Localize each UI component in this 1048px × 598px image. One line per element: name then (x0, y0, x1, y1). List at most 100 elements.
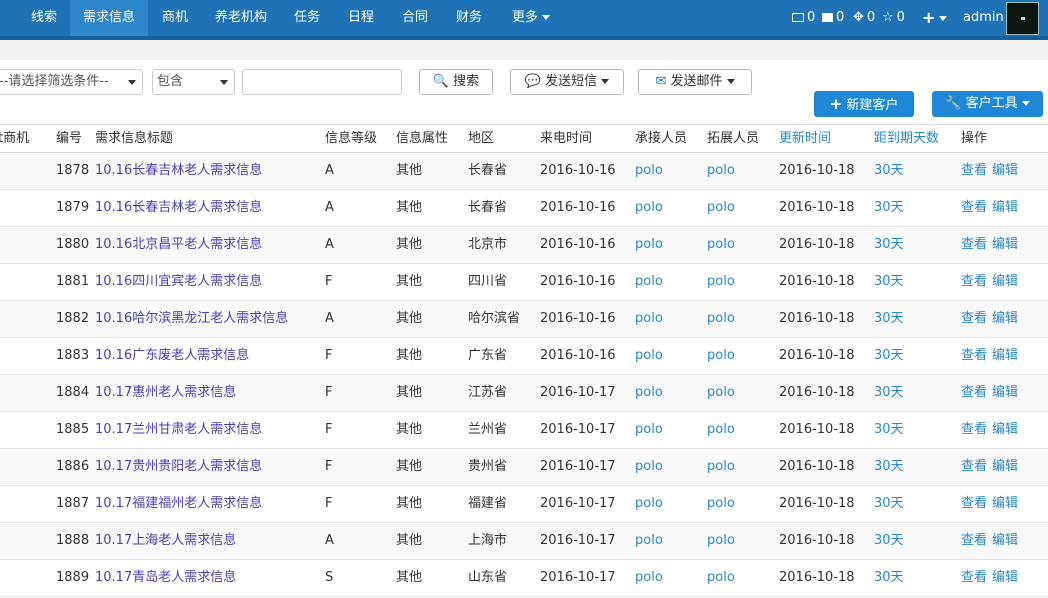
edit-link[interactable]: 编辑 (992, 227, 1018, 263)
cell-expander[interactable]: polo (707, 486, 735, 522)
nav-item-tasks[interactable]: 任务 (280, 0, 334, 36)
cell-handler[interactable]: polo (635, 523, 663, 559)
cell-handler[interactable]: polo (635, 264, 663, 300)
cell-handler[interactable]: polo (635, 449, 663, 485)
col-updated[interactable]: 更新时间 (779, 125, 831, 153)
cell-title[interactable]: 10.16长春吉林老人需求信息 (95, 153, 262, 189)
col-title[interactable]: 需求信息标题 (95, 125, 173, 153)
cell-title[interactable]: 10.17福建福州老人需求信息 (95, 486, 262, 522)
edit-link[interactable]: 编辑 (992, 301, 1018, 337)
nav-item-leads[interactable]: 线索 (18, 0, 70, 36)
cell-handler[interactable]: polo (635, 301, 663, 337)
view-link[interactable]: 查看 (961, 301, 987, 337)
cell-title[interactable]: 10.16哈尔滨黑龙江老人需求信息 (95, 301, 288, 337)
user-name[interactable]: admin (963, 0, 1004, 36)
cell-handler[interactable]: polo (635, 227, 663, 263)
nav-item-demand[interactable]: 需求信息 (70, 0, 148, 36)
cell-expander[interactable]: polo (707, 523, 735, 559)
cell-title[interactable]: 10.16广东废老人需求信息 (95, 338, 249, 374)
customer-tools-button[interactable]: 🔧 客户工具 (932, 91, 1043, 117)
cell-title[interactable]: 10.16长春吉林老人需求信息 (95, 190, 262, 226)
cell-handler[interactable]: polo (635, 412, 663, 448)
cell-handler[interactable]: polo (635, 486, 663, 522)
col-days-left[interactable]: 距到期天数 (874, 125, 939, 153)
view-link[interactable]: 查看 (961, 338, 987, 374)
edit-link[interactable]: 编辑 (992, 375, 1018, 411)
cell-expander[interactable]: polo (707, 227, 735, 263)
nav-item-institution[interactable]: 养老机构 (202, 0, 280, 36)
envelope-icon: ✉ (655, 74, 667, 89)
nav-item-schedule[interactable]: 日程 (334, 0, 388, 36)
edit-link[interactable]: 编辑 (992, 560, 1018, 596)
nav-item-opportunity[interactable]: 商机 (148, 0, 202, 36)
cell-expander[interactable]: polo (707, 560, 735, 596)
cell-handler[interactable]: polo (635, 560, 663, 596)
cell-title[interactable]: 10.17上海老人需求信息 (95, 523, 236, 559)
view-link[interactable]: 查看 (961, 375, 987, 411)
view-link[interactable]: 查看 (961, 153, 987, 189)
send-email-button[interactable]: ✉ 发送邮件 (638, 69, 752, 95)
col-call-time[interactable]: 来电时间 (540, 125, 592, 153)
search-input[interactable] (242, 69, 402, 95)
edit-link[interactable]: 编辑 (992, 412, 1018, 448)
cell-title[interactable]: 10.17青岛老人需求信息 (95, 560, 236, 596)
view-link[interactable]: 查看 (961, 523, 987, 559)
message-notification[interactable]: 0 (822, 0, 844, 36)
edit-link[interactable]: 编辑 (992, 338, 1018, 374)
edit-link[interactable]: 编辑 (992, 486, 1018, 522)
view-link[interactable]: 查看 (961, 190, 987, 226)
cell-region: 北京市 (468, 237, 508, 252)
edit-link[interactable]: 编辑 (992, 190, 1018, 226)
cell-handler[interactable]: polo (635, 375, 663, 411)
filter-condition-select[interactable]: --请选择筛选条件-- (0, 69, 143, 95)
new-customer-button[interactable]: + 新建客户 (814, 91, 914, 117)
view-link[interactable]: 查看 (961, 264, 987, 300)
filter-operator-select[interactable]: 包含 (152, 69, 235, 95)
cell-expander[interactable]: polo (707, 449, 735, 485)
cell-title[interactable]: 10.16北京昌平老人需求信息 (95, 227, 262, 263)
col-handler[interactable]: 承接人员 (635, 125, 687, 153)
search-button[interactable]: 🔍 搜索 (419, 69, 493, 95)
view-link[interactable]: 查看 (961, 486, 987, 522)
nav-item-contract[interactable]: 合同 (388, 0, 442, 36)
cell-attr: 其他 (396, 200, 423, 215)
edit-link[interactable]: 编辑 (992, 449, 1018, 485)
col-opportunity[interactable]: t商机 (0, 125, 29, 153)
cell-expander[interactable]: polo (707, 375, 735, 411)
edit-link[interactable]: 编辑 (992, 523, 1018, 559)
cell-title[interactable]: 10.17兰州甘肃老人需求信息 (95, 412, 262, 448)
nav-item-more[interactable]: 更多 (500, 0, 562, 36)
send-sms-button[interactable]: 💬 发送短信 (510, 69, 624, 95)
cell-region: 哈尔滨省 (468, 311, 521, 326)
col-id[interactable]: 编号 (56, 125, 82, 153)
cell-expander[interactable]: polo (707, 338, 735, 374)
cell-expander[interactable]: polo (707, 264, 735, 300)
mail-notification[interactable]: 0 (792, 0, 815, 36)
star-notification[interactable]: ☆ 0 (882, 0, 905, 36)
cell-expander[interactable]: polo (707, 301, 735, 337)
cell-handler[interactable]: polo (635, 190, 663, 226)
view-link[interactable]: 查看 (961, 227, 987, 263)
edit-link[interactable]: 编辑 (992, 153, 1018, 189)
avatar[interactable] (1006, 2, 1039, 35)
edit-link[interactable]: 编辑 (992, 264, 1018, 300)
cell-title[interactable]: 10.16四川宜宾老人需求信息 (95, 264, 262, 300)
cell-expander[interactable]: polo (707, 412, 735, 448)
cell-handler[interactable]: polo (635, 338, 663, 374)
cell-expander[interactable]: polo (707, 190, 735, 226)
col-expander[interactable]: 拓展人员 (707, 125, 759, 153)
view-link[interactable]: 查看 (961, 560, 987, 596)
cell-expander[interactable]: polo (707, 153, 735, 189)
cell-title[interactable]: 10.17贵州贵阳老人需求信息 (95, 449, 262, 485)
task-notification[interactable]: ✥ 0 (853, 0, 875, 36)
nav-item-finance[interactable]: 财务 (442, 0, 496, 36)
cell-handler[interactable]: polo (635, 153, 663, 189)
cell-title[interactable]: 10.17惠州老人需求信息 (95, 375, 236, 411)
add-menu[interactable]: + (922, 0, 948, 36)
col-level[interactable]: 信息等级 (325, 125, 377, 153)
view-link[interactable]: 查看 (961, 449, 987, 485)
table-row: 1887 10.17福建福州老人需求信息 F 其他 福建省 2016-10-17 polo p… (0, 486, 1048, 523)
col-attr[interactable]: 信息属性 (396, 125, 448, 153)
view-link[interactable]: 查看 (961, 412, 987, 448)
col-region[interactable]: 地区 (468, 125, 494, 153)
